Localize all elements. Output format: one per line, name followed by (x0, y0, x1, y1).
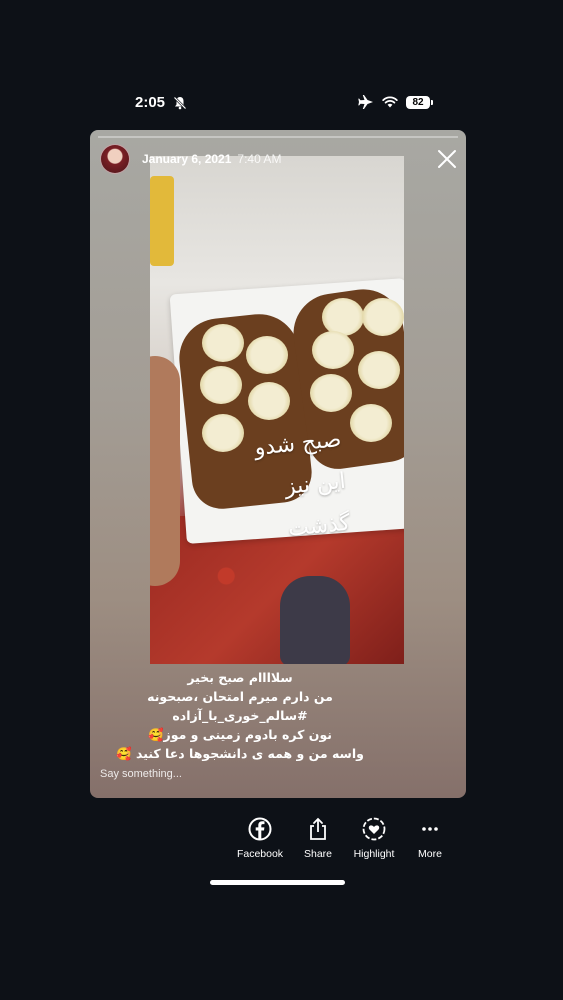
jar-shape (150, 176, 174, 266)
facebook-icon (248, 817, 272, 841)
banana-slice (312, 331, 354, 369)
story-caption: سلاااام صبح بخیر من دارم میرم امتحان ،صب… (110, 668, 370, 763)
banana-slice (350, 404, 392, 442)
caption-line: #سالم_خوری_با_آزاده (172, 708, 308, 723)
story-card[interactable]: صبح شدو این نیز گذشت January 6, 2021 7:4… (90, 130, 466, 798)
story-progress-bar (98, 136, 458, 138)
airplane-icon (358, 95, 373, 109)
caption-line: سلاااام صبح بخیر (187, 670, 293, 685)
hand-shape (150, 356, 180, 586)
close-icon[interactable] (436, 148, 458, 170)
banana-slice (248, 382, 290, 420)
more-dots-icon (422, 827, 438, 831)
banana-slice (202, 324, 244, 362)
story-overlay-text: صبح شدو این نیز گذشت (200, 419, 352, 559)
story-actions: Facebook Share Highlight More (230, 816, 462, 866)
facebook-label: Facebook (236, 848, 284, 860)
story-header: January 6, 2021 7:40 AM (100, 144, 281, 174)
avatar[interactable] (100, 144, 130, 174)
highlight-button[interactable]: Highlight (344, 816, 404, 860)
facebook-button[interactable]: Facebook (230, 816, 290, 860)
highlight-label: Highlight (353, 848, 395, 860)
story-time: 7:40 AM (237, 152, 282, 166)
banana-slice (200, 366, 242, 404)
wifi-icon (382, 96, 398, 108)
home-indicator[interactable] (210, 880, 345, 885)
caption-line: من دارم میرم امتحان ،صبحونه (147, 689, 333, 704)
story-date: January 6, 2021 (142, 152, 232, 166)
share-button[interactable]: Share (288, 816, 348, 860)
share-icon (310, 817, 326, 840)
banana-slice (246, 336, 288, 374)
caption-line: نون کره بادوم زمینی و موز🥰 (147, 727, 332, 742)
banana-slice (322, 298, 364, 336)
bell-muted-icon (173, 96, 187, 110)
banana-slice (310, 374, 352, 412)
battery-icon: 82 (406, 95, 433, 109)
reply-input[interactable]: Say something... (100, 768, 182, 780)
share-label: Share (303, 848, 333, 860)
caption-line: واسه من و همه ی دانشجوها دعا کنید 🥰 (116, 746, 364, 761)
highlight-heart-icon (362, 817, 386, 841)
more-label: More (418, 848, 442, 860)
banana-slice (358, 351, 400, 389)
banana-slice (362, 298, 404, 336)
more-button[interactable]: More (400, 816, 460, 860)
foot-shape (280, 576, 350, 664)
status-time: 2:05 (135, 94, 166, 111)
status-bar: 2:05 82 (0, 88, 563, 118)
story-photo (150, 156, 404, 664)
